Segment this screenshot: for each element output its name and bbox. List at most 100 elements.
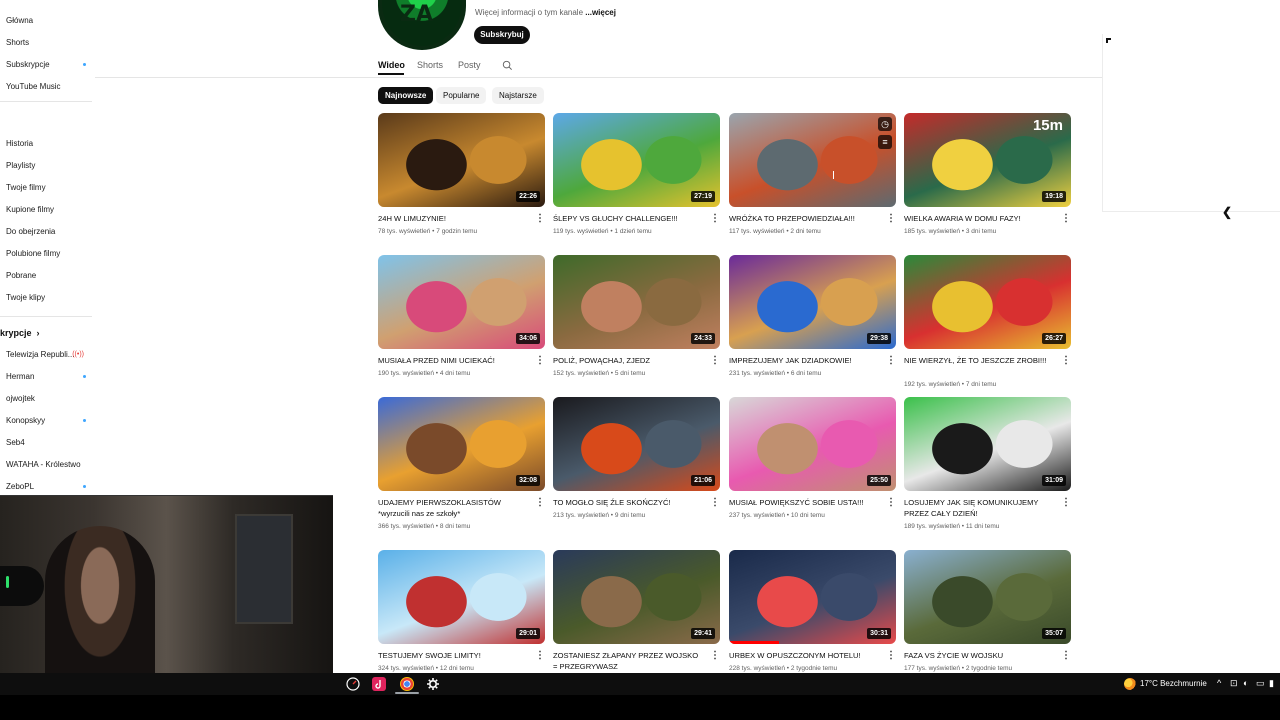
- video-thumbnail[interactable]: 34:06: [378, 255, 545, 349]
- video-title[interactable]: MUSIAŁ POWIĘKSZYĆ SOBIE USTA!!!: [729, 497, 879, 508]
- corner-bracket-icon: [1106, 38, 1111, 43]
- sidebar-item[interactable]: Twoje filmy: [6, 181, 86, 195]
- video-title[interactable]: TESTUJEMY SWOJE LIMITY!: [378, 650, 528, 661]
- subscription-item[interactable]: WATAHA - Królestwo: [6, 458, 86, 472]
- browser-app-icon[interactable]: [400, 677, 414, 691]
- sidebar-item[interactable]: Subskrypcje: [6, 58, 86, 72]
- channel-avatar[interactable]: ZA: [378, 0, 466, 50]
- video-thumbnail[interactable]: 21:06: [553, 397, 720, 491]
- video-thumbnail[interactable]: 26:27: [904, 255, 1071, 349]
- video-thumbnail[interactable]: 31:09: [904, 397, 1071, 491]
- more-actions-icon[interactable]: ⋮: [886, 213, 896, 225]
- video-thumbnail[interactable]: 25:50: [729, 397, 896, 491]
- video-title[interactable]: MUSIAŁA PRZED NIMI UCIEKAĆ!: [378, 355, 528, 366]
- search-icon[interactable]: [502, 60, 513, 71]
- video-title[interactable]: LOSUJEMY JAK SIĘ KOMUNIKUJEMY PRZEZ CAŁY…: [904, 497, 1054, 519]
- subscription-item[interactable]: Seb4: [6, 436, 86, 450]
- video-title[interactable]: NIE WIERZYŁ, ŻE TO JESZCZE ZROBI!!!: [904, 355, 1054, 366]
- sidebar-item[interactable]: YouTube Music: [6, 80, 86, 94]
- video-title[interactable]: URBEX W OPUSZCZONYM HOTELU!: [729, 650, 879, 661]
- sidebar-item[interactable]: Do obejrzenia: [6, 225, 86, 239]
- video-thumbnail[interactable]: 29:38: [729, 255, 896, 349]
- sidebar-item[interactable]: Historia: [6, 137, 86, 151]
- sort-chip[interactable]: Najnowsze: [378, 87, 434, 104]
- subscribe-button[interactable]: Subskrybuj: [474, 26, 530, 44]
- video-thumbnail[interactable]: 32:08: [378, 397, 545, 491]
- video-title[interactable]: FAZA VS ŻYCIE W WOJSKU: [904, 650, 1054, 661]
- speedometer-app-icon[interactable]: [346, 677, 360, 691]
- chevron-right-icon: ›: [36, 328, 40, 338]
- thumbnail-badge-text: 15m: [1032, 117, 1063, 134]
- video-thumbnail[interactable]: 24:33: [553, 255, 720, 349]
- subscription-item[interactable]: Telewizja Republi... ((•)): [6, 348, 86, 362]
- tiktok-app-icon[interactable]: [372, 677, 386, 691]
- tray-icon[interactable]: ⊡: [1230, 678, 1238, 689]
- more-actions-icon[interactable]: ⋮: [1061, 355, 1071, 367]
- more-actions-icon[interactable]: ⋮: [710, 650, 720, 662]
- more-actions-icon[interactable]: ⋮: [886, 355, 896, 367]
- tray-icon[interactable]: ▮: [1269, 678, 1274, 689]
- channel-description-text: Więcej informacji o tym kanale: [475, 8, 584, 17]
- video-meta: 185 tys. wyświetleń • 3 dni temu: [904, 228, 997, 235]
- channel-description[interactable]: Więcej informacji o tym kanale ...więcej: [475, 8, 616, 17]
- sidebar-item[interactable]: Kupione filmy: [6, 203, 86, 217]
- sidebar-item[interactable]: Pobrane: [6, 269, 86, 283]
- sidebar-divider: [0, 101, 92, 102]
- more-actions-icon[interactable]: ⋮: [710, 213, 720, 225]
- settings-gear-icon[interactable]: [426, 677, 440, 691]
- sidebar-item[interactable]: Twoje klipy: [6, 291, 86, 305]
- sidebar-item[interactable]: Playlisty: [6, 159, 86, 173]
- video-title[interactable]: IMPREZUJEMY JAK DZIADKOWIE!: [729, 355, 879, 366]
- sort-chip[interactable]: Najstarsze: [492, 87, 544, 104]
- collapse-arrow-icon[interactable]: ❮: [1222, 205, 1232, 219]
- video-title[interactable]: 24H W LIMUZYNIE!: [378, 213, 528, 224]
- more-actions-icon[interactable]: ⋮: [1061, 650, 1071, 662]
- subscription-name: Herman: [6, 372, 35, 381]
- video-title[interactable]: TO MOGŁO SIĘ ŹLE SKOŃCZYĆ!: [553, 497, 703, 508]
- tab-posty[interactable]: Posty: [458, 59, 481, 77]
- video-title[interactable]: WRÓŻKA TO PRZEPOWIEDZIAŁA!!!: [729, 213, 879, 224]
- tray-icon[interactable]: ^: [1217, 678, 1221, 688]
- watch-later-icon[interactable]: ◷: [878, 117, 892, 131]
- video-title[interactable]: ŚLEPY VS GŁUCHY CHALLENGE!!!: [553, 213, 703, 224]
- sidebar-item-label: Subskrypcje: [6, 60, 50, 69]
- video-thumbnail[interactable]: 29:01: [378, 550, 545, 644]
- weather-text[interactable]: 17°C Bezchmurnie: [1140, 679, 1207, 688]
- weather-icon[interactable]: [1124, 678, 1136, 690]
- sidebar-item[interactable]: Polubione filmy: [6, 247, 86, 261]
- tray-icon[interactable]: ▭: [1256, 678, 1265, 689]
- channel-description-more[interactable]: ...więcej: [585, 8, 616, 17]
- subscriptions-heading[interactable]: krypcje ›: [0, 326, 40, 340]
- video-thumbnail[interactable]: 19:18 15m: [904, 113, 1071, 207]
- subscription-item[interactable]: ojwojtek: [6, 392, 86, 406]
- add-to-queue-icon[interactable]: ≡: [878, 135, 892, 149]
- more-actions-icon[interactable]: ⋮: [710, 497, 720, 509]
- more-actions-icon[interactable]: ⋮: [710, 355, 720, 367]
- sort-chip[interactable]: Popularne: [436, 87, 487, 104]
- subscription-item[interactable]: Herman: [6, 370, 86, 384]
- sidebar-item[interactable]: Główna: [6, 14, 86, 28]
- more-actions-icon[interactable]: ⋮: [886, 650, 896, 662]
- video-thumbnail[interactable]: 35:07: [904, 550, 1071, 644]
- video-thumbnail[interactable]: 27:19: [553, 113, 720, 207]
- subscription-item[interactable]: Konopskyy: [6, 414, 86, 428]
- video-title[interactable]: WIELKA AWARIA W DOMU FAZY!: [904, 213, 1054, 224]
- video-title[interactable]: POLIŻ, POWĄCHAJ, ZJEDZ: [553, 355, 703, 366]
- video-thumbnail[interactable]: 29:41: [553, 550, 720, 644]
- more-actions-icon[interactable]: ⋮: [535, 213, 545, 225]
- video-thumbnail[interactable]: ◷ ≡: [729, 113, 896, 207]
- more-actions-icon[interactable]: ⋮: [886, 497, 896, 509]
- more-actions-icon[interactable]: ⋮: [1061, 213, 1071, 225]
- video-title[interactable]: UDAJEMY PIERWSZOKLASISTÓW *wyrzucili nas…: [378, 497, 528, 519]
- more-actions-icon[interactable]: ⋮: [535, 355, 545, 367]
- tab-shorts[interactable]: Shorts: [417, 59, 443, 77]
- tray-icon[interactable]: ◐: [1243, 678, 1248, 688]
- video-thumbnail[interactable]: 30:31: [729, 550, 896, 644]
- more-actions-icon[interactable]: ⋮: [535, 650, 545, 662]
- more-actions-icon[interactable]: ⋮: [1061, 497, 1071, 509]
- more-actions-icon[interactable]: ⋮: [535, 497, 545, 509]
- sidebar-item[interactable]: Shorts: [6, 36, 86, 50]
- subscription-item[interactable]: ZeboPL: [6, 480, 86, 494]
- video-thumbnail[interactable]: 22:26: [378, 113, 545, 207]
- video-title[interactable]: ZOSTANIESZ ZŁAPANY PRZEZ WOJSKO = PRZEGR…: [553, 650, 703, 672]
